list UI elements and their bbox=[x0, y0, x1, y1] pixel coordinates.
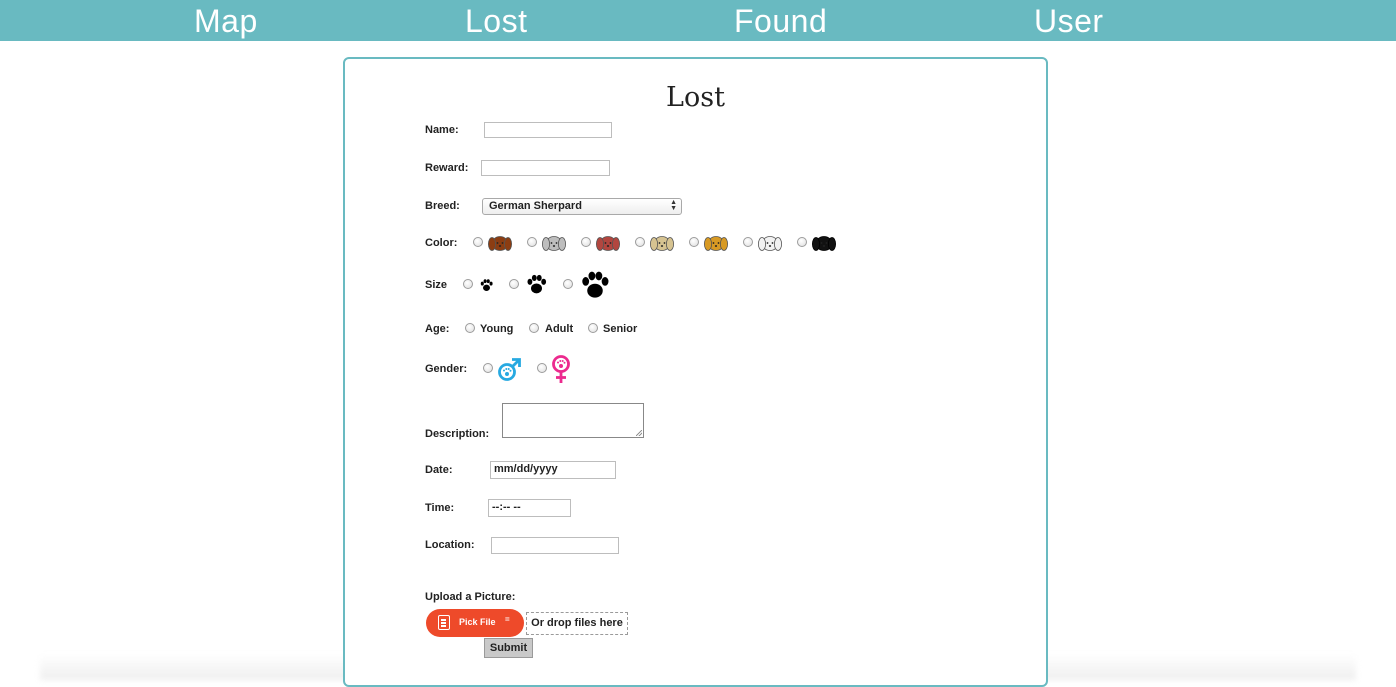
time-label: Time: bbox=[425, 502, 455, 514]
male-paw-icon bbox=[498, 358, 521, 381]
reward-input[interactable] bbox=[481, 160, 610, 176]
nav-map-link[interactable]: Map bbox=[194, 2, 258, 40]
dog-face-icon bbox=[650, 236, 674, 251]
pick-file-label: Pick File bbox=[459, 617, 496, 627]
dog-face-icon bbox=[596, 236, 620, 251]
size-radio-large[interactable] bbox=[563, 279, 573, 289]
age-option-young: Young bbox=[480, 323, 514, 335]
color-label: Color: bbox=[425, 237, 458, 249]
name-label: Name: bbox=[425, 124, 459, 136]
select-arrows-icon: ▲ ▼ bbox=[670, 199, 677, 212]
age-radio-adult[interactable] bbox=[529, 323, 539, 333]
drop-zone[interactable]: Or drop files here bbox=[526, 612, 628, 635]
paw-large-icon bbox=[582, 271, 609, 298]
file-icon bbox=[438, 615, 450, 630]
female-paw-icon bbox=[552, 355, 570, 383]
age-radio-young[interactable] bbox=[465, 323, 475, 333]
color-radio-3[interactable] bbox=[581, 237, 591, 247]
upload-label: Upload a Picture: bbox=[425, 591, 516, 603]
submit-button[interactable]: Submit bbox=[484, 638, 533, 658]
nav-lost-link[interactable]: Lost bbox=[465, 2, 527, 40]
age-radio-senior[interactable] bbox=[588, 323, 598, 333]
date-input[interactable]: mm/dd/yyyy bbox=[490, 461, 616, 479]
dog-face-icon bbox=[488, 236, 512, 251]
breed-selected-value: German Sherpard bbox=[489, 200, 582, 212]
dog-face-icon bbox=[812, 236, 836, 251]
date-label: Date: bbox=[425, 464, 453, 476]
nav-user-link[interactable]: User bbox=[1034, 2, 1104, 40]
dog-face-icon bbox=[704, 236, 728, 251]
resize-handle-icon[interactable] bbox=[636, 430, 642, 436]
dog-face-icon bbox=[758, 236, 782, 251]
color-radio-1[interactable] bbox=[473, 237, 483, 247]
dog-face-icon bbox=[542, 236, 566, 251]
age-label: Age: bbox=[425, 323, 450, 335]
breed-select[interactable]: German Sherpard ▲ ▼ bbox=[482, 198, 682, 215]
menu-lines-icon: = bbox=[505, 615, 510, 624]
age-option-adult: Adult bbox=[545, 323, 574, 335]
location-label: Location: bbox=[425, 539, 475, 551]
pick-file-button[interactable]: Pick File = bbox=[426, 609, 524, 637]
time-input[interactable]: --:-- -- bbox=[488, 499, 571, 517]
paw-medium-icon bbox=[527, 274, 547, 294]
size-radio-small[interactable] bbox=[463, 279, 473, 289]
form-title: Lost bbox=[666, 82, 725, 113]
nav-found-link[interactable]: Found bbox=[734, 2, 827, 40]
name-input[interactable] bbox=[484, 122, 612, 138]
description-label: Description: bbox=[425, 428, 490, 440]
gender-radio-female[interactable] bbox=[537, 363, 547, 373]
reward-label: Reward: bbox=[425, 162, 469, 174]
paw-small-icon bbox=[480, 279, 493, 291]
breed-label: Breed: bbox=[425, 200, 460, 212]
gender-label: Gender: bbox=[425, 363, 468, 375]
color-radio-2[interactable] bbox=[527, 237, 537, 247]
size-label: Size bbox=[425, 279, 448, 291]
age-option-senior: Senior bbox=[603, 323, 638, 335]
gender-radio-male[interactable] bbox=[483, 363, 493, 373]
color-radio-5[interactable] bbox=[689, 237, 699, 247]
location-input[interactable] bbox=[491, 537, 619, 554]
size-radio-medium[interactable] bbox=[509, 279, 519, 289]
color-radio-7[interactable] bbox=[797, 237, 807, 247]
color-radio-6[interactable] bbox=[743, 237, 753, 247]
top-nav-bar: Map Lost Found User bbox=[0, 0, 1396, 41]
color-radio-4[interactable] bbox=[635, 237, 645, 247]
description-textarea[interactable] bbox=[502, 403, 644, 438]
